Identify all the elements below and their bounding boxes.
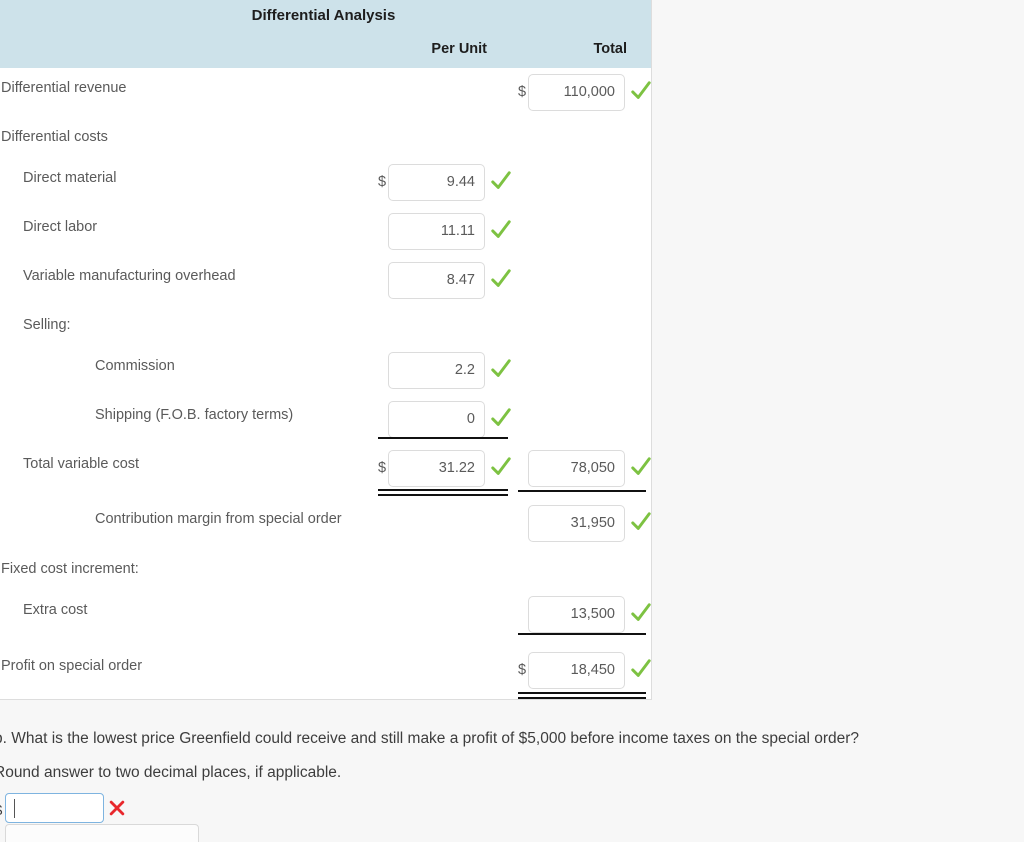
dollar-sign: $ <box>378 460 387 476</box>
row-label: Commission <box>95 358 175 374</box>
per-unit-input[interactable]: 0 <box>388 401 485 438</box>
check-icon <box>630 658 651 680</box>
table-row: Selling: <box>0 305 651 346</box>
total-input[interactable]: 13,500 <box>528 596 625 633</box>
worksheet-rows: Differential revenue $ 110,000 Different… <box>0 68 651 699</box>
table-row: Profit on special order $ 18,450 <box>0 639 651 699</box>
subtotal-rule <box>518 490 646 492</box>
question-instruction: Round answer to two decimal places, if a… <box>0 764 342 781</box>
check-icon <box>490 358 512 380</box>
per-unit-input[interactable]: 11.11 <box>388 213 485 250</box>
total-input[interactable]: 110,000 <box>528 74 625 111</box>
row-label: Variable manufacturing overhead <box>23 268 236 284</box>
per-unit-input[interactable]: 2.2 <box>388 352 485 389</box>
check-icon <box>490 219 512 241</box>
check-icon <box>630 602 651 624</box>
total-input[interactable]: 18,450 <box>528 652 625 689</box>
total-input[interactable]: 31,950 <box>528 505 625 542</box>
subtotal-rule <box>378 437 508 439</box>
check-icon <box>630 511 651 533</box>
autocomplete-dropdown[interactable] <box>5 824 199 842</box>
per-unit-input[interactable]: 31.22 <box>388 450 485 487</box>
check-icon <box>490 170 512 192</box>
differential-analysis-worksheet: Differential Analysis Per Unit Total Dif… <box>0 0 652 700</box>
row-label: Profit on special order <box>1 658 143 674</box>
text-caret <box>14 799 15 818</box>
answer-input[interactable] <box>5 793 104 823</box>
grand-total-double-rule <box>518 692 646 699</box>
row-label: Selling: <box>23 317 71 333</box>
row-label: Direct material <box>23 170 117 186</box>
row-label: Differential revenue <box>1 80 127 96</box>
subtotal-rule <box>518 633 646 635</box>
table-row: Fixed cost increment: <box>0 549 651 590</box>
row-label: Contribution margin from special order <box>95 511 342 527</box>
table-row: Commission 2.2 <box>0 346 651 395</box>
table-row: Variable manufacturing overhead 8.47 <box>0 256 651 305</box>
check-icon <box>490 456 512 478</box>
table-row: Direct material $ 9.44 <box>0 158 651 207</box>
per-unit-input[interactable]: 9.44 <box>388 164 485 201</box>
table-row: Contribution margin from special order 3… <box>0 493 651 549</box>
dollar-sign: $ <box>378 174 387 190</box>
check-icon <box>630 80 651 102</box>
table-row: Extra cost 13,500 <box>0 590 651 639</box>
row-label: Shipping (F.O.B. factory terms) <box>95 407 294 423</box>
dollar-sign: $ <box>0 802 2 819</box>
row-label: Total variable cost <box>23 456 140 472</box>
worksheet-title: Differential Analysis <box>251 7 396 24</box>
total-input[interactable]: 78,050 <box>528 450 625 487</box>
dollar-sign: $ <box>518 84 527 100</box>
check-icon <box>630 456 651 478</box>
row-label: Fixed cost increment: <box>1 561 139 577</box>
check-icon <box>490 407 512 429</box>
check-icon <box>490 268 512 290</box>
table-row: Differential costs <box>0 117 651 158</box>
question-prompt: b. What is the lowest price Greenfield c… <box>0 730 860 747</box>
table-row: Direct labor 11.11 <box>0 207 651 256</box>
table-row: Differential revenue $ 110,000 <box>0 68 651 117</box>
per-unit-input[interactable]: 8.47 <box>388 262 485 299</box>
table-row: Total variable cost $ 31.22 78,050 <box>0 444 651 496</box>
row-label: Extra cost <box>23 602 88 618</box>
column-header-total: Total <box>593 41 627 57</box>
worksheet-header: Differential Analysis Per Unit Total <box>0 0 651 68</box>
row-label: Differential costs <box>1 129 108 145</box>
x-icon <box>107 798 127 818</box>
row-label: Direct labor <box>23 219 98 235</box>
table-row: Shipping (F.O.B. factory terms) 0 <box>0 395 651 444</box>
dollar-sign: $ <box>518 662 527 678</box>
